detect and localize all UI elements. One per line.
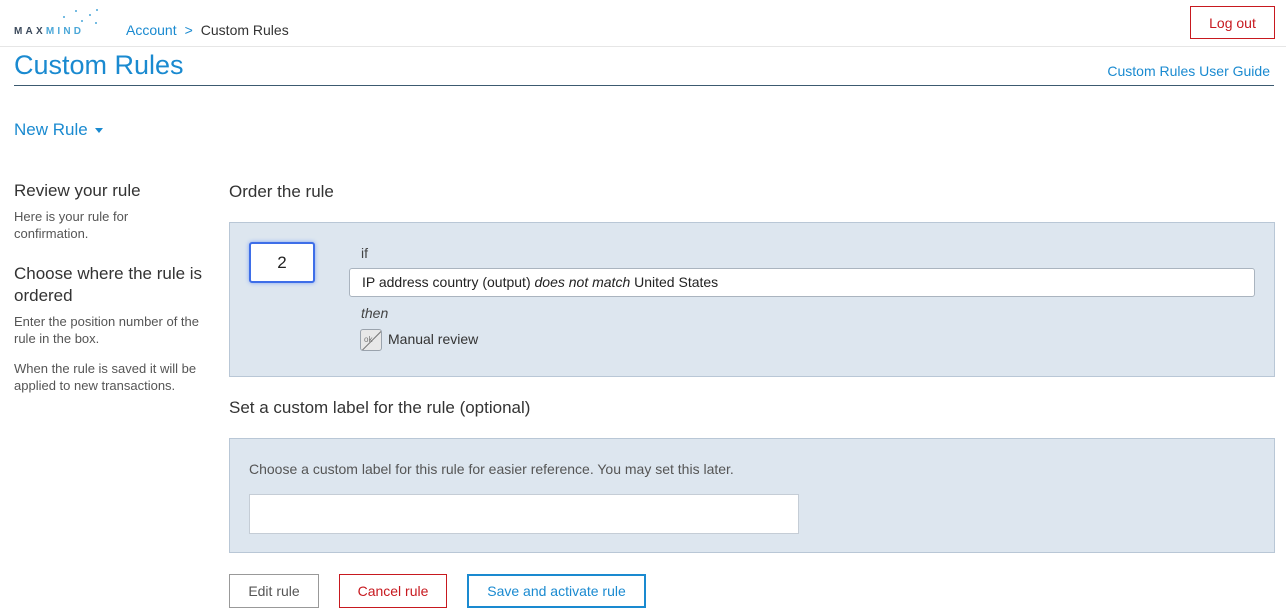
order-heading: Choose where the rule is ordered [14,264,203,305]
label-section-title: Set a custom label for the rule (optiona… [229,398,531,417]
new-rule-label: New Rule [14,120,88,139]
condition-operator: does not match [534,274,631,290]
custom-label-description: Choose a custom label for this rule for … [249,461,734,477]
rule-condition: IP address country (output) does not mat… [349,268,1255,297]
then-keyword: then [361,305,389,321]
breadcrumb-account-link[interactable]: Account [126,22,177,38]
edit-rule-button[interactable]: Edit rule [229,574,319,608]
page-title: Custom Rules [14,50,184,80]
custom-label-input[interactable] [249,494,799,534]
logo-wordmark: MAXMIND [14,26,84,37]
breadcrumb-current: Custom Rules [200,22,289,38]
save-activate-rule-button[interactable]: Save and activate rule [467,574,646,608]
top-bar: MAXMIND Account > Custom Rules Log out [0,0,1286,47]
logout-button[interactable]: Log out [1190,6,1275,39]
review-heading: Review your rule [14,181,141,200]
rule-position-input[interactable] [249,242,315,283]
custom-label-panel: Choose a custom label for this rule for … [229,438,1275,553]
cancel-rule-button[interactable]: Cancel rule [339,574,447,608]
breadcrumb-separator: > [184,22,193,38]
sidebar-help: Review your rule Here is your rule for c… [14,180,204,394]
user-guide-link[interactable]: Custom Rules User Guide [1107,63,1270,79]
logo-text-max: MAX [14,26,46,37]
condition-value: United States [634,274,719,290]
condition-field: IP address country (output) [362,274,531,290]
review-text: Here is your rule for confirmation. [14,209,129,241]
breadcrumb: Account > Custom Rules [126,22,289,38]
new-rule-dropdown[interactable]: New Rule [14,120,103,140]
order-section-title: Order the rule [229,182,334,201]
logo-dots-icon [63,9,98,24]
action-label: Manual review [388,331,479,347]
chevron-down-icon [94,128,103,134]
rule-order-panel: if IP address country (output) does not … [229,222,1275,377]
saved-help-text: When the rule is saved it will be applie… [14,361,197,393]
title-divider [14,85,1274,86]
maxmind-logo[interactable]: MAXMIND [14,8,98,38]
if-keyword: if [361,245,368,261]
manual-review-icon: ok [360,329,382,351]
order-help-text: Enter the position number of the rule in… [14,314,200,346]
logo-text-mind: MIND [45,26,85,37]
